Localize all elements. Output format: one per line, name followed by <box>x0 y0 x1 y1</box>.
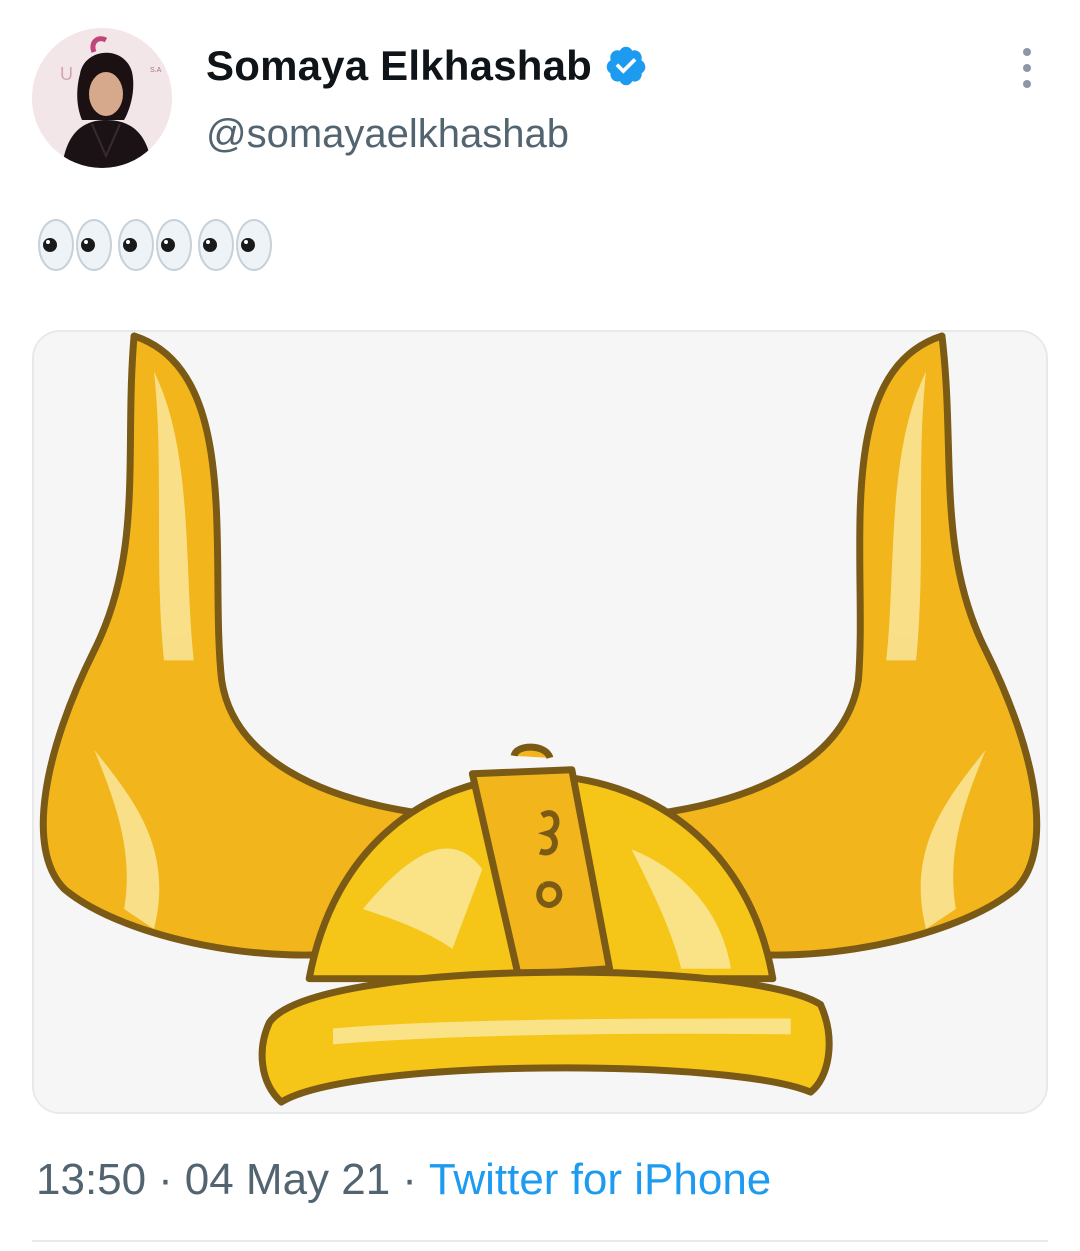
more-dot <box>1023 80 1031 88</box>
more-dot <box>1023 64 1031 72</box>
tweet-source-link[interactable]: Twitter for iPhone <box>429 1155 771 1205</box>
tweet-text <box>36 215 276 275</box>
more-dot <box>1023 48 1031 56</box>
avatar[interactable]: U S.A <box>32 28 172 168</box>
viking-helmet-image <box>34 332 1046 1112</box>
more-vertical-icon[interactable] <box>1012 48 1042 88</box>
tweet-media[interactable] <box>32 330 1048 1114</box>
tweet-time[interactable]: 13:50 <box>36 1155 146 1205</box>
avatar-image: U S.A <box>32 28 172 168</box>
meta-separator: · <box>402 1155 417 1204</box>
author-handle[interactable]: @somayaelkhashab <box>206 112 569 157</box>
eyes-emoji-icon <box>38 219 112 271</box>
svg-text:S.A: S.A <box>150 67 162 74</box>
divider <box>32 1240 1048 1242</box>
display-name[interactable]: Somaya Elkhashab <box>206 42 592 90</box>
svg-text:U: U <box>60 64 73 84</box>
tweet-meta: 13:50 · 04 May 21 · Twitter for iPhone <box>36 1155 771 1205</box>
tweet-date[interactable]: 04 May 21 <box>185 1155 390 1205</box>
eyes-emoji-icon <box>198 219 272 271</box>
verified-badge-icon <box>606 46 646 86</box>
eyes-emoji-icon <box>118 219 192 271</box>
meta-separator: · <box>158 1155 173 1204</box>
author-name-row[interactable]: Somaya Elkhashab <box>206 42 648 90</box>
